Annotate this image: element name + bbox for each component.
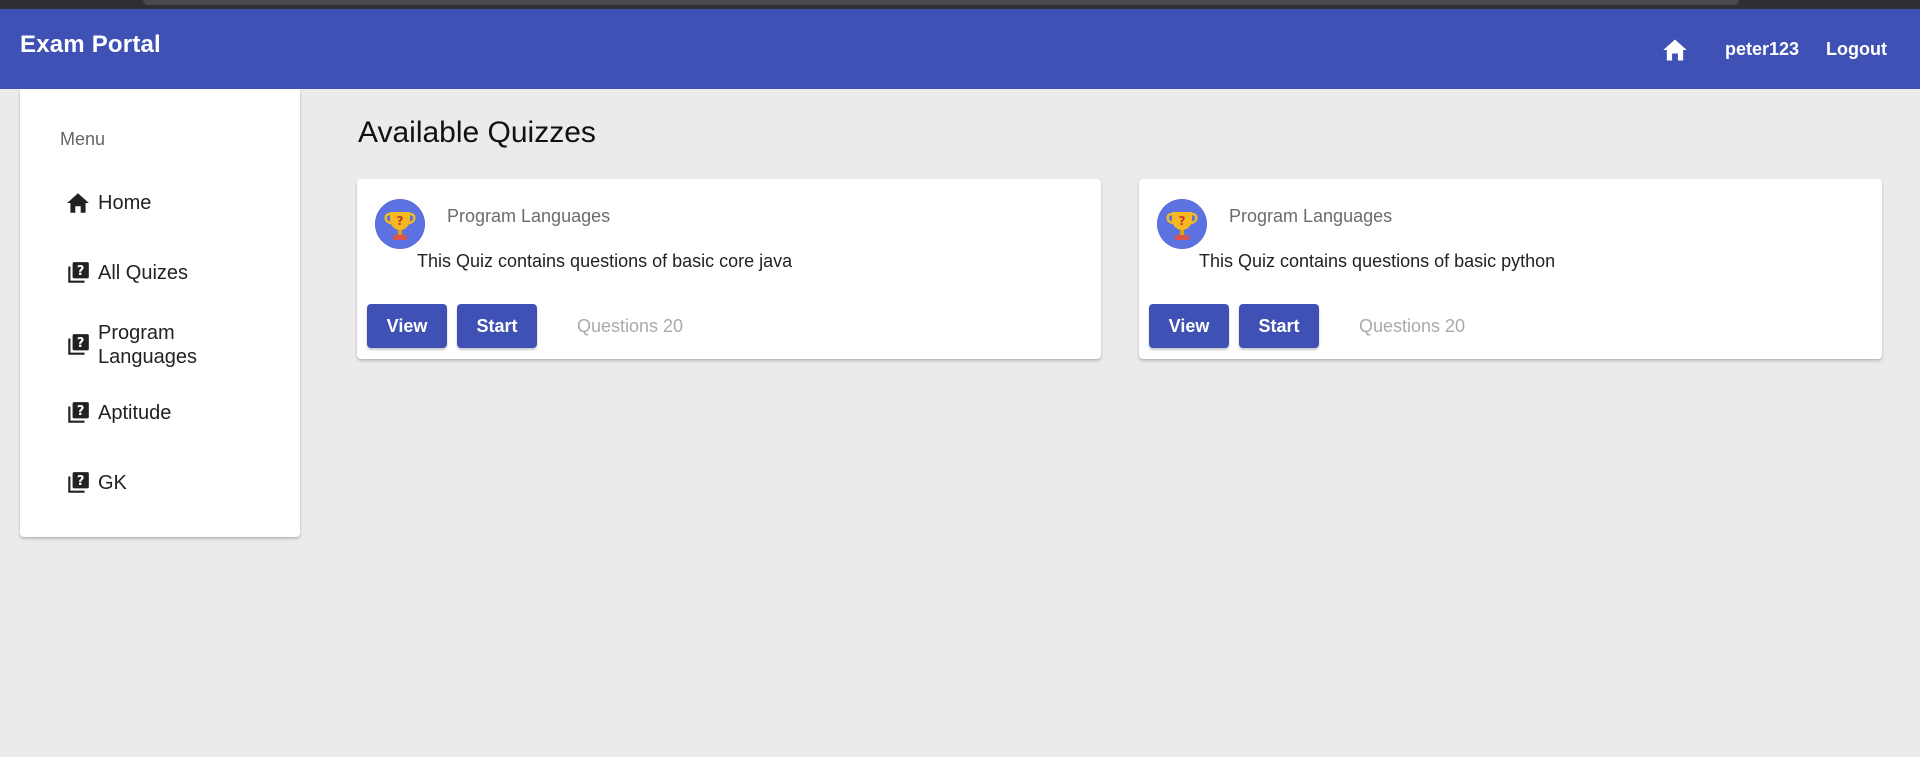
questions-count: Questions 20 <box>577 316 684 336</box>
quiz-icon: ? <box>64 259 92 287</box>
sidebar-item-label: Program Languages <box>98 322 197 368</box>
sidebar-item-label: All Quizes <box>98 262 189 284</box>
svg-text:?: ? <box>77 264 85 279</box>
svg-text:?: ? <box>77 474 85 489</box>
nav-home-button[interactable] <box>1660 35 1690 65</box>
sidebar-item-aptitude[interactable]: ? Aptitude <box>64 399 284 427</box>
questions-count: Questions 20 <box>1359 316 1466 336</box>
quiz-icon: ? <box>64 399 92 427</box>
quiz-icon: ? <box>64 469 92 497</box>
page-title: Available Quizzes <box>358 116 596 149</box>
logout-button[interactable]: Logout <box>1826 39 1887 60</box>
trophy-icon: ? <box>375 199 425 249</box>
browser-top-strip <box>0 0 1920 9</box>
browser-tab-bar <box>143 0 1739 5</box>
quiz-category: Program Languages <box>1229 206 1393 226</box>
sidebar-item-home[interactable]: Home <box>64 189 284 217</box>
view-button[interactable]: View <box>1149 304 1229 348</box>
quiz-card: ? Program Languages This Quiz contains q… <box>357 179 1101 359</box>
sidebar-item-all-quizes[interactable]: ? All Quizes <box>64 259 284 287</box>
quiz-icon: ? <box>64 331 92 359</box>
username-link[interactable]: peter123 <box>1725 39 1799 60</box>
quiz-category: Program Languages <box>447 206 611 226</box>
sidebar-item-gk[interactable]: ? GK <box>64 469 284 497</box>
home-icon <box>64 189 92 217</box>
trophy-icon: ? <box>1157 199 1207 249</box>
sidebar-item-label: Aptitude <box>98 402 172 424</box>
start-button[interactable]: Start <box>1239 304 1319 348</box>
home-icon <box>1663 39 1687 61</box>
brand-title[interactable]: Exam Portal <box>20 31 161 59</box>
sidebar-item-label: Home <box>98 192 152 214</box>
quiz-description: This Quiz contains questions of basic py… <box>1199 251 1556 271</box>
sidebar: Menu Home ? All Quizes ? Program Languag… <box>20 89 300 537</box>
svg-text:?: ? <box>1179 214 1186 228</box>
view-button[interactable]: View <box>367 304 447 348</box>
sidebar-item-program-languages[interactable]: ? Program Languages <box>64 321 284 369</box>
svg-text:?: ? <box>397 214 404 228</box>
quiz-description: This Quiz contains questions of basic co… <box>417 251 793 271</box>
quiz-card: ? Program Languages This Quiz contains q… <box>1139 179 1882 359</box>
top-navbar: Exam Portal peter123 Logout <box>0 9 1920 89</box>
svg-text:?: ? <box>77 336 85 351</box>
sidebar-item-label: GK <box>98 472 127 494</box>
svg-text:?: ? <box>77 404 85 419</box>
sidebar-menu-title: Menu <box>60 129 106 149</box>
start-button[interactable]: Start <box>457 304 537 348</box>
